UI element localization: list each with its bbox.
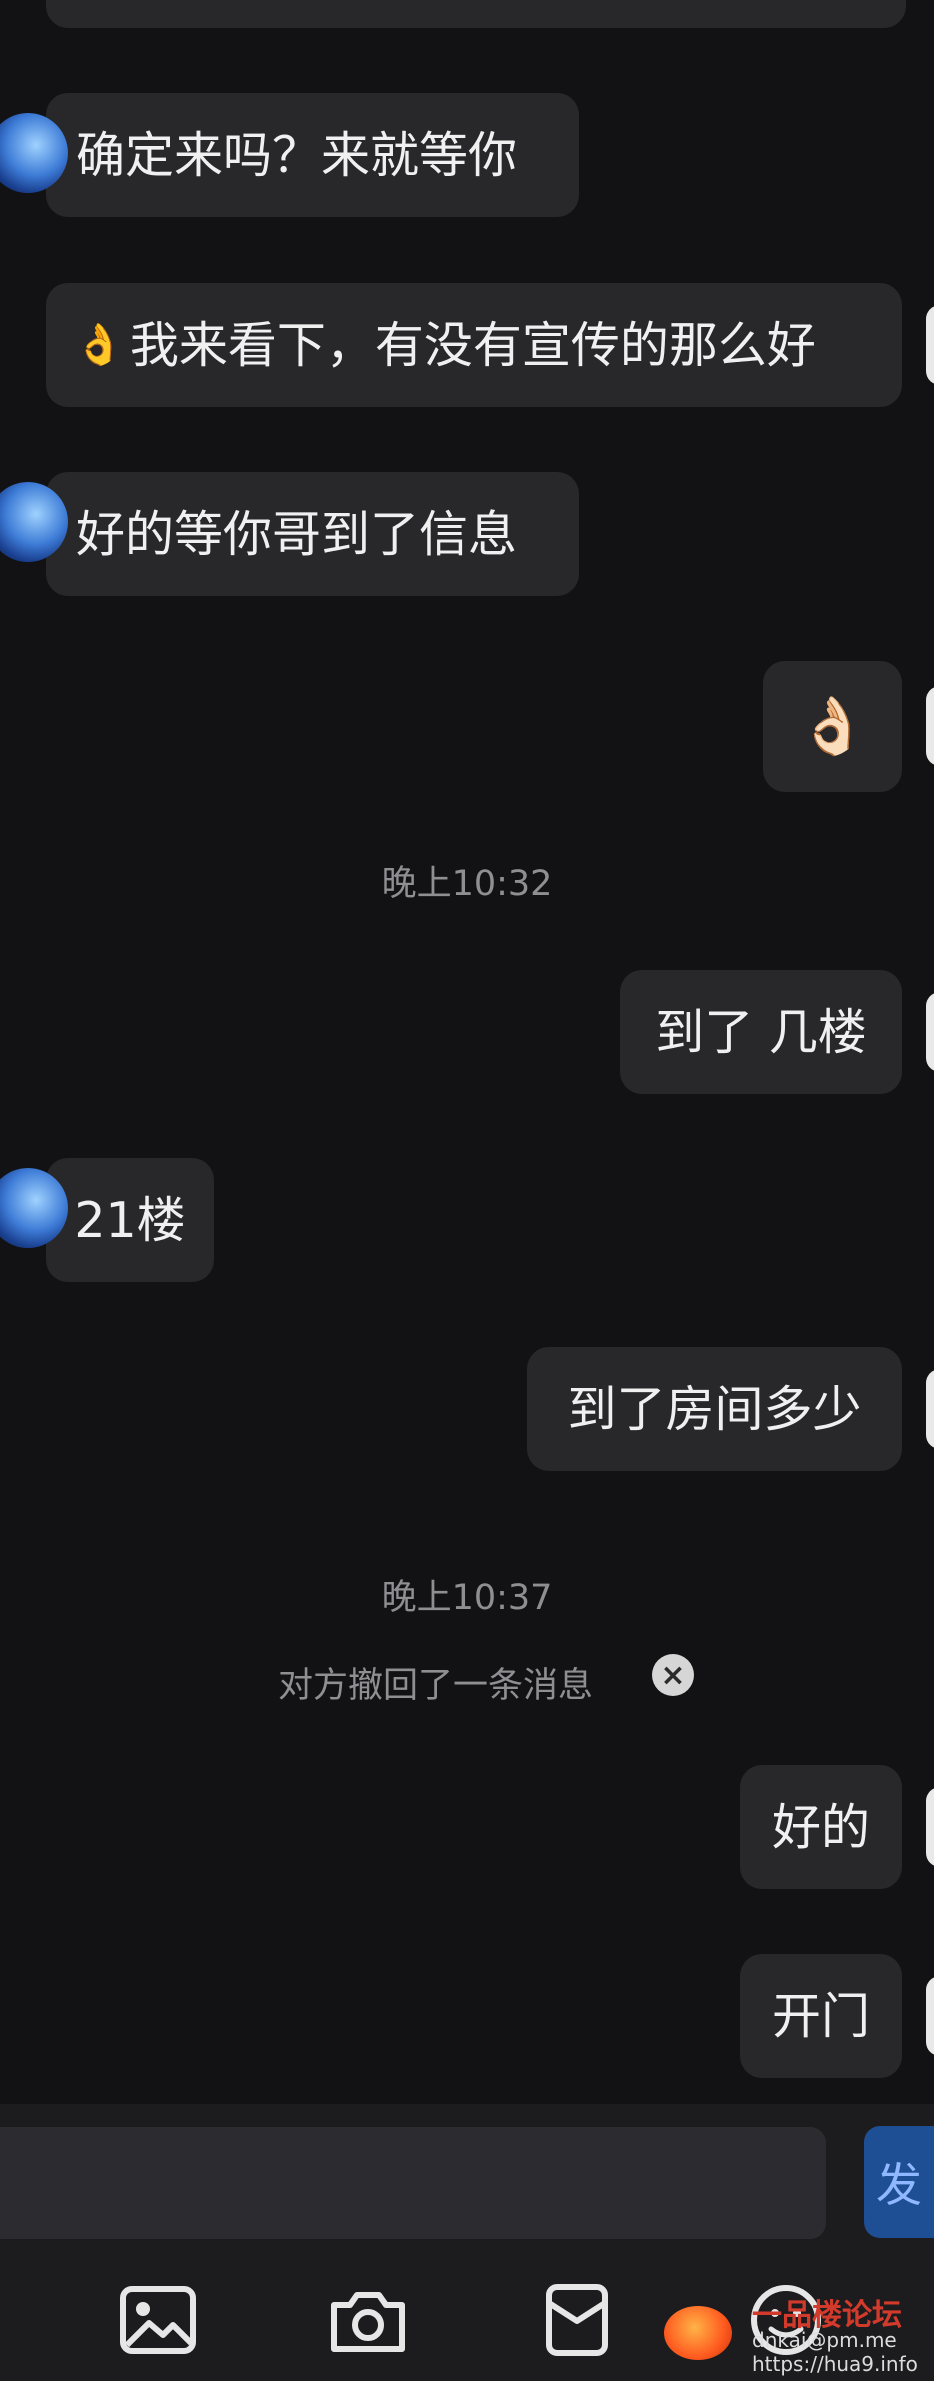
message-bubble-outgoing[interactable]: 👌🏻: [763, 661, 934, 792]
camera-icon: [331, 2292, 405, 2352]
self-avatar[interactable]: [926, 305, 934, 385]
message-bubble-incoming[interactable]: 好的等你哥到了信息: [0, 472, 579, 596]
message-text: 我来看下，有没有宣传的那么好: [129, 316, 816, 374]
close-icon[interactable]: ×: [652, 1654, 694, 1696]
self-avatar[interactable]: [926, 1369, 934, 1449]
message-bubble-outgoing[interactable]: 👌 我来看下，有没有宣传的那么好: [46, 283, 934, 407]
send-button-label: 发: [876, 2158, 922, 2212]
message-input[interactable]: [0, 2127, 826, 2239]
contact-avatar[interactable]: [0, 1168, 68, 1248]
message-bubble-incoming[interactable]: 21楼: [0, 1158, 214, 1282]
message-text: 确定来吗？来就等你: [76, 126, 518, 184]
message-bubble-outgoing[interactable]: 好的: [740, 1765, 934, 1889]
image-button[interactable]: [118, 2280, 198, 2360]
message-bubble-previous[interactable]: [46, 0, 906, 28]
message-text: 21楼: [74, 1191, 186, 1249]
timestamp: 晚上10:37: [381, 1578, 553, 1618]
red-packet-icon: [546, 2284, 608, 2356]
message-text: 好的: [771, 1798, 870, 1856]
red-packet-button[interactable]: [537, 2280, 617, 2360]
self-avatar[interactable]: [926, 1976, 934, 2056]
self-avatar[interactable]: [926, 992, 934, 1072]
recall-notice: 对方撤回了一条消息: [278, 1666, 594, 1706]
ok-hand-emoji-icon: 👌: [74, 322, 124, 368]
message-text: 开门: [771, 1987, 870, 2045]
message-bubble-outgoing[interactable]: 到了 几楼: [620, 970, 934, 1094]
contact-avatar[interactable]: [0, 113, 68, 193]
timestamp: 晚上10:32: [381, 864, 553, 904]
self-avatar[interactable]: [926, 686, 934, 766]
message-text: 好的等你哥到了信息: [76, 505, 518, 563]
watermark-email: dnkai@pm.me: [752, 2328, 897, 2352]
camera-button[interactable]: [328, 2280, 408, 2360]
message-text: 到了房间多少: [567, 1380, 862, 1438]
message-text: 到了 几楼: [655, 1003, 867, 1061]
watermark-url: https://hua9.info: [752, 2352, 918, 2376]
ok-hand-emoji-icon: 👌🏻: [797, 693, 868, 759]
send-button[interactable]: 发: [864, 2126, 934, 2238]
image-icon: [120, 2286, 196, 2354]
message-bubble-outgoing[interactable]: 开门: [740, 1954, 934, 2078]
forum-watermark: 一品楼论坛 dnkai@pm.me https://hua9.info: [660, 2288, 934, 2381]
forum-logo-icon: [664, 2306, 732, 2360]
message-bubble-incoming[interactable]: 确定来吗？来就等你: [0, 93, 579, 217]
contact-avatar[interactable]: [0, 482, 68, 562]
message-bubble-outgoing[interactable]: 到了房间多少: [527, 1347, 934, 1471]
self-avatar[interactable]: [926, 1787, 934, 1867]
